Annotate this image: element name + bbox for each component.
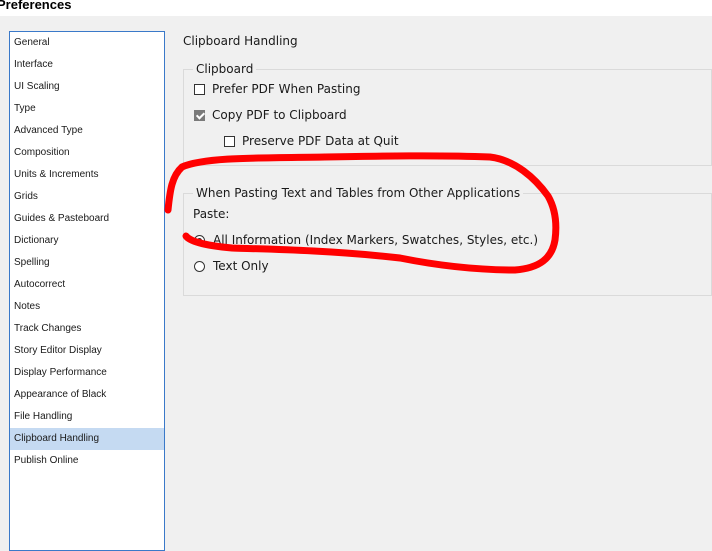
prefer-pdf-checkbox[interactable] (194, 84, 205, 95)
title-bar: Preferences (0, 0, 712, 16)
sidebar-item-interface[interactable]: Interface (10, 54, 164, 76)
window-title: Preferences (0, 0, 72, 12)
sidebar-item-notes[interactable]: Notes (10, 296, 164, 318)
sidebar-item-publish-online[interactable]: Publish Online (10, 450, 164, 472)
paste-label: Paste: (193, 207, 230, 221)
all-information-radio[interactable] (194, 235, 205, 246)
sidebar-item-grids[interactable]: Grids (10, 186, 164, 208)
sidebar-item-guides-pasteboard[interactable]: Guides & Pasteboard (10, 208, 164, 230)
sidebar-item-file-handling[interactable]: File Handling (10, 406, 164, 428)
pasting-group-title: When Pasting Text and Tables from Other … (193, 185, 524, 201)
text-only-label[interactable]: Text Only (213, 258, 269, 274)
page-title: Clipboard Handling (183, 34, 298, 48)
sidebar-item-story-editor-display[interactable]: Story Editor Display (10, 340, 164, 362)
sidebar-item-units-increments[interactable]: Units & Increments (10, 164, 164, 186)
preferences-sidebar: General Interface UI Scaling Type Advanc… (9, 31, 165, 551)
all-information-label[interactable]: All Information (Index Markers, Swatches… (213, 232, 538, 248)
sidebar-item-appearance-of-black[interactable]: Appearance of Black (10, 384, 164, 406)
preserve-pdf-checkbox[interactable] (224, 136, 235, 147)
sidebar-item-general[interactable]: General (10, 32, 164, 54)
sidebar-item-autocorrect[interactable]: Autocorrect (10, 274, 164, 296)
copy-pdf-label[interactable]: Copy PDF to Clipboard (212, 107, 347, 123)
sidebar-item-display-performance[interactable]: Display Performance (10, 362, 164, 384)
text-only-radio[interactable] (194, 261, 205, 272)
sidebar-item-ui-scaling[interactable]: UI Scaling (10, 76, 164, 98)
copy-pdf-checkbox[interactable] (194, 110, 205, 121)
clipboard-group-title: Clipboard (193, 61, 257, 77)
sidebar-item-track-changes[interactable]: Track Changes (10, 318, 164, 340)
sidebar-item-composition[interactable]: Composition (10, 142, 164, 164)
preserve-pdf-label[interactable]: Preserve PDF Data at Quit (242, 133, 399, 149)
sidebar-item-dictionary[interactable]: Dictionary (10, 230, 164, 252)
sidebar-item-spelling[interactable]: Spelling (10, 252, 164, 274)
prefer-pdf-label[interactable]: Prefer PDF When Pasting (212, 81, 360, 97)
sidebar-item-clipboard-handling[interactable]: Clipboard Handling (10, 428, 164, 450)
sidebar-item-advanced-type[interactable]: Advanced Type (10, 120, 164, 142)
sidebar-item-type[interactable]: Type (10, 98, 164, 120)
